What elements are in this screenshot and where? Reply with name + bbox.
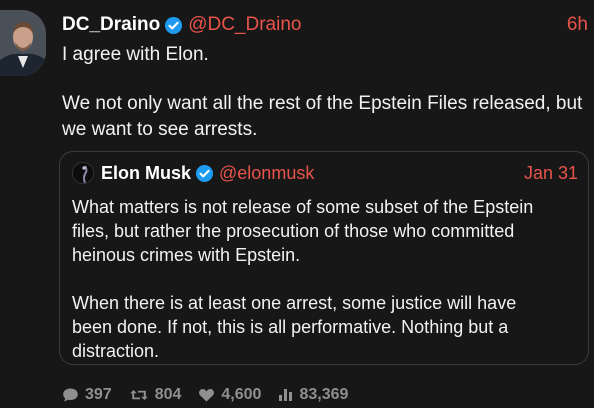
quoted-author-handle[interactable]: @elonmusk bbox=[219, 163, 314, 184]
like-count: 4,600 bbox=[221, 386, 262, 403]
views-button[interactable]: 83,369 bbox=[278, 386, 348, 404]
reply-button[interactable]: 397 bbox=[62, 386, 112, 404]
quoted-author-name[interactable]: Elon Musk bbox=[101, 163, 191, 184]
author-handle[interactable]: @DC_Draino bbox=[188, 14, 301, 36]
author-avatar[interactable] bbox=[0, 10, 46, 76]
quoted-author-avatar[interactable] bbox=[72, 162, 94, 184]
quoted-post-date[interactable]: Jan 31 bbox=[524, 163, 578, 184]
author-name[interactable]: DC_Draino bbox=[62, 14, 160, 36]
post-timestamp[interactable]: 6h bbox=[567, 14, 588, 36]
views-count: 83,369 bbox=[299, 386, 349, 403]
post-text-line: I agree with Elon. bbox=[62, 44, 209, 65]
post-text-line: We not only want all the rest of the Eps… bbox=[62, 93, 583, 114]
like-button[interactable]: 4,600 bbox=[198, 386, 261, 404]
reply-count: 397 bbox=[85, 386, 112, 403]
quoted-text-line: What matters is not release of some subs… bbox=[72, 197, 534, 217]
reply-icon bbox=[63, 388, 78, 402]
views-icon bbox=[279, 389, 293, 401]
quoted-text-line: heinous crimes with Epstein. bbox=[72, 245, 301, 265]
repost-icon bbox=[129, 390, 148, 400]
post-header: DC_Draino @DC_Draino 6h bbox=[62, 13, 588, 37]
repost-count: 804 bbox=[154, 386, 182, 403]
quoted-text-line: When there is at least one arrest, some … bbox=[72, 293, 517, 313]
quoted-post-header: Elon Musk @elonmusk Jan 31 bbox=[72, 161, 578, 185]
quoted-post[interactable]: Elon Musk @elonmusk Jan 31 What matters … bbox=[59, 151, 589, 365]
quoted-text-line: files, but rather the prosecution of tho… bbox=[72, 221, 515, 241]
verified-badge-icon bbox=[164, 16, 183, 35]
repost-button[interactable]: 804 bbox=[129, 386, 182, 404]
engagement-bar: 397 804 4,600 83,369 bbox=[62, 384, 365, 406]
like-icon bbox=[199, 389, 215, 402]
post-text-line: we want to see arrests. bbox=[62, 119, 258, 140]
quoted-text-line: distraction. bbox=[72, 341, 160, 361]
quoted-text-line: been done. If not, this is all performat… bbox=[72, 317, 509, 337]
verified-badge-icon bbox=[195, 164, 214, 183]
